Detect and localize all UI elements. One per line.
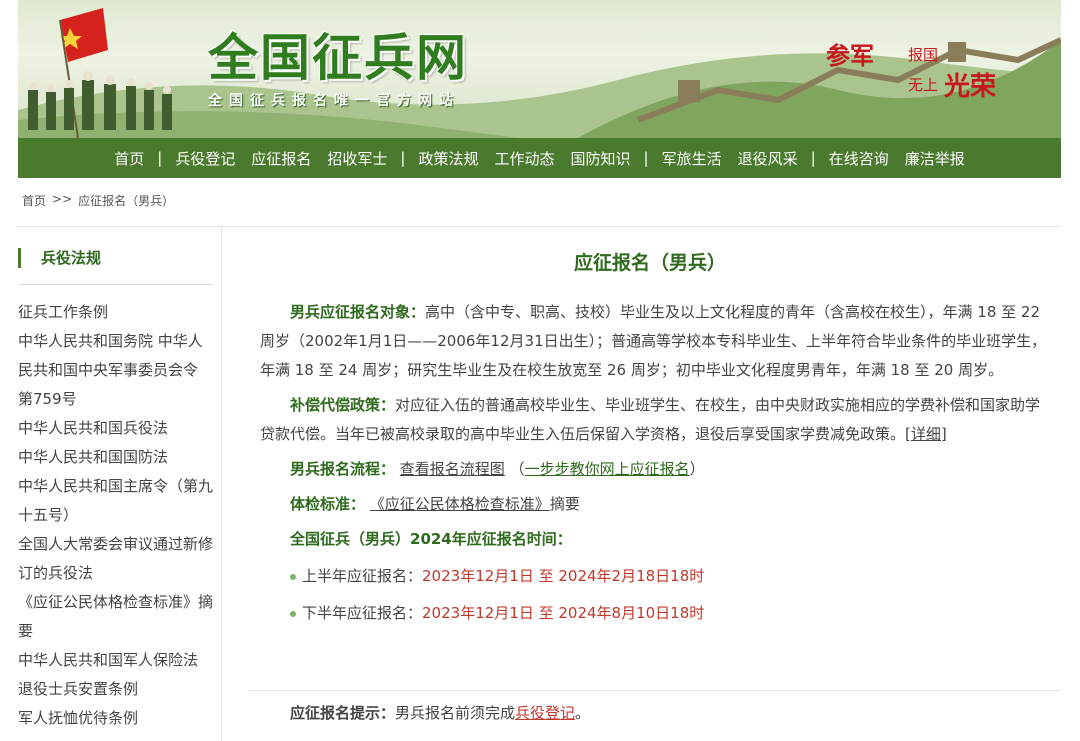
tip-label: 应征报名提示： — [290, 704, 396, 722]
target-label: 男兵应征报名对象： — [290, 303, 426, 321]
page-title: 应征报名（男兵） — [573, 252, 726, 274]
sidebar-item-decree-759[interactable]: 中华人民共和国务院 中华人民共和国中央军事委员会令 第759号 — [18, 327, 214, 414]
breadcrumb-separator: >> — [52, 192, 73, 206]
nav-separator: | — [643, 149, 649, 167]
breadcrumb-home[interactable]: 首页 — [22, 192, 46, 209]
sidebar-item-conscription-regulation[interactable]: 征兵工作条例 — [18, 298, 214, 327]
tip-text: 男兵报名前须完成 — [395, 704, 516, 722]
bullet-dot-icon — [290, 610, 296, 617]
breadcrumb-current[interactable]: 应征报名（男兵） — [78, 192, 174, 209]
exam-line: 体检标准： 《应征公民体格检查标准》摘要 — [260, 490, 1055, 519]
policy-paragraph: 补偿代偿政策：对应征入伍的普通高校毕业生、毕业班学生、在校生，由中央财政实施相应… — [260, 391, 1055, 449]
process-paren-open: （ — [509, 460, 525, 478]
sidebar-list: 征兵工作条例 中华人民共和国务院 中华人民共和国中央军事委员会令 第759号 中… — [18, 298, 214, 733]
tip-end: 。 — [575, 704, 591, 722]
nav-item-home[interactable]: 首页 — [106, 148, 152, 169]
motto-calligraphy: 参军 报国 无上 光荣 — [826, 36, 1006, 106]
nav-separator: | — [157, 149, 163, 167]
nav-item-veterans[interactable]: 退役风采 — [730, 148, 806, 169]
main-nav: 首页 | 兵役登记 应征报名 招收军士 | 政策法规 工作动态 国防知识 | 军… — [18, 138, 1061, 178]
process-chart-link[interactable]: 查看报名流程图 — [400, 460, 505, 478]
nav-item-report[interactable]: 廉洁举报 — [897, 148, 973, 169]
target-paragraph: 男兵应征报名对象：高中（含中专、职高、技校）毕业生及以上文化程度的青年（含高校在… — [260, 298, 1055, 385]
nav-separator: | — [810, 149, 816, 167]
online-guide-link[interactable]: 一步步教你网上应征报名 — [525, 460, 690, 478]
registration-tip: 应征报名提示：男兵报名前须完成兵役登记。 — [290, 702, 590, 723]
nav-item-news[interactable]: 工作动态 — [486, 148, 562, 169]
site-banner: 全国征兵网 全国征兵报名唯一官方网站 参军 报国 无上 光荣 — [18, 0, 1061, 138]
process-line: 男兵报名流程： 查看报名流程图 （一步步教你网上应征报名） — [260, 455, 1055, 484]
bullet-dot-icon — [290, 573, 296, 580]
exam-standard-link[interactable]: 《应征公民体格检查标准》 — [370, 495, 550, 513]
motto-word-2: 报国 — [908, 46, 939, 64]
second-half-row: 下半年应征报名：2023年12月1日 至 2024年8月10日18时 — [260, 599, 1055, 628]
nav-item-policy[interactable]: 政策法规 — [410, 148, 486, 169]
first-half-value: 2023年12月1日 至 2024年2月18日18时 — [422, 567, 705, 585]
nav-item-military-life[interactable]: 军旅生活 — [654, 148, 730, 169]
site-logo[interactable]: 全国征兵网 — [208, 18, 468, 90]
process-paren-close: ） — [689, 460, 705, 478]
main-content: 应征报名（男兵） 男兵应征报名对象：高中（含中专、职高、技校）毕业生及以上文化程… — [222, 226, 1061, 741]
military-registration-link[interactable]: 兵役登记 — [515, 704, 575, 722]
sidebar-item-insurance-law[interactable]: 中华人民共和国军人保险法 — [18, 646, 214, 675]
policy-label: 补偿代偿政策： — [290, 396, 396, 414]
second-half-value: 2023年12月1日 至 2024年8月10日18时 — [422, 604, 705, 622]
nav-separator: | — [400, 149, 406, 167]
breadcrumb: 首页 >> 应征报名（男兵） — [22, 192, 174, 209]
nav-item-registration[interactable]: 兵役登记 — [167, 148, 243, 169]
sidebar-title: 兵役法规 — [18, 248, 101, 268]
content-bottom-divider — [248, 690, 1060, 691]
sidebar-item-resettlement[interactable]: 退役士兵安置条例 — [18, 675, 214, 704]
motto-word-4: 光荣 — [944, 72, 997, 102]
first-half-label: 上半年应征报名： — [302, 567, 423, 585]
sidebar-item-presidential-order-95[interactable]: 中华人民共和国主席令（第九十五号） — [18, 472, 214, 530]
page: 全国征兵网 全国征兵报名唯一官方网站 参军 报国 无上 光荣 首页 | 兵役登记… — [0, 0, 1080, 741]
sidebar-item-physical-exam-standard[interactable]: 《应征公民体格检查标准》摘要 — [18, 588, 214, 646]
sidebar-item-national-defense-law[interactable]: 中华人民共和国国防法 — [18, 443, 214, 472]
nav-item-consult[interactable]: 在线咨询 — [821, 148, 897, 169]
nav-item-sergeant[interactable]: 招收军士 — [319, 148, 395, 169]
sidebar-item-revised-law[interactable]: 全国人大常委会审议通过新修订的兵役法 — [18, 530, 214, 588]
sidebar: 兵役法规 征兵工作条例 中华人民共和国务院 中华人民共和国中央军事委员会令 第7… — [18, 226, 222, 741]
sidebar-item-pension[interactable]: 军人抚恤优待条例 — [18, 704, 214, 733]
motto-word-3: 无上 — [908, 76, 939, 94]
enlistment-time-title: 全国征兵（男兵）2024年应征报名时间： — [290, 530, 572, 548]
exam-suffix: 摘要 — [549, 495, 580, 513]
sidebar-divider — [18, 284, 214, 285]
site-slogan: 全国征兵报名唯一官方网站 — [208, 93, 460, 109]
nav-item-enlistment[interactable]: 应征报名 — [243, 148, 319, 169]
process-label: 男兵报名流程： — [290, 460, 396, 478]
second-half-label: 下半年应征报名： — [302, 604, 423, 622]
sidebar-item-military-service-law[interactable]: 中华人民共和国兵役法 — [18, 414, 214, 443]
policy-detail-link[interactable]: [详细] — [905, 425, 947, 443]
exam-label: 体检标准： — [290, 495, 366, 513]
nav-item-defense[interactable]: 国防知识 — [563, 148, 639, 169]
first-half-row: 上半年应征报名：2023年12月1日 至 2024年2月18日18时 — [260, 562, 1055, 591]
motto-word-1: 参军 — [826, 41, 874, 70]
article-body: 男兵应征报名对象：高中（含中专、职高、技校）毕业生及以上文化程度的青年（含高校在… — [260, 298, 1055, 636]
honor-guard-flag-image — [28, 8, 172, 138]
